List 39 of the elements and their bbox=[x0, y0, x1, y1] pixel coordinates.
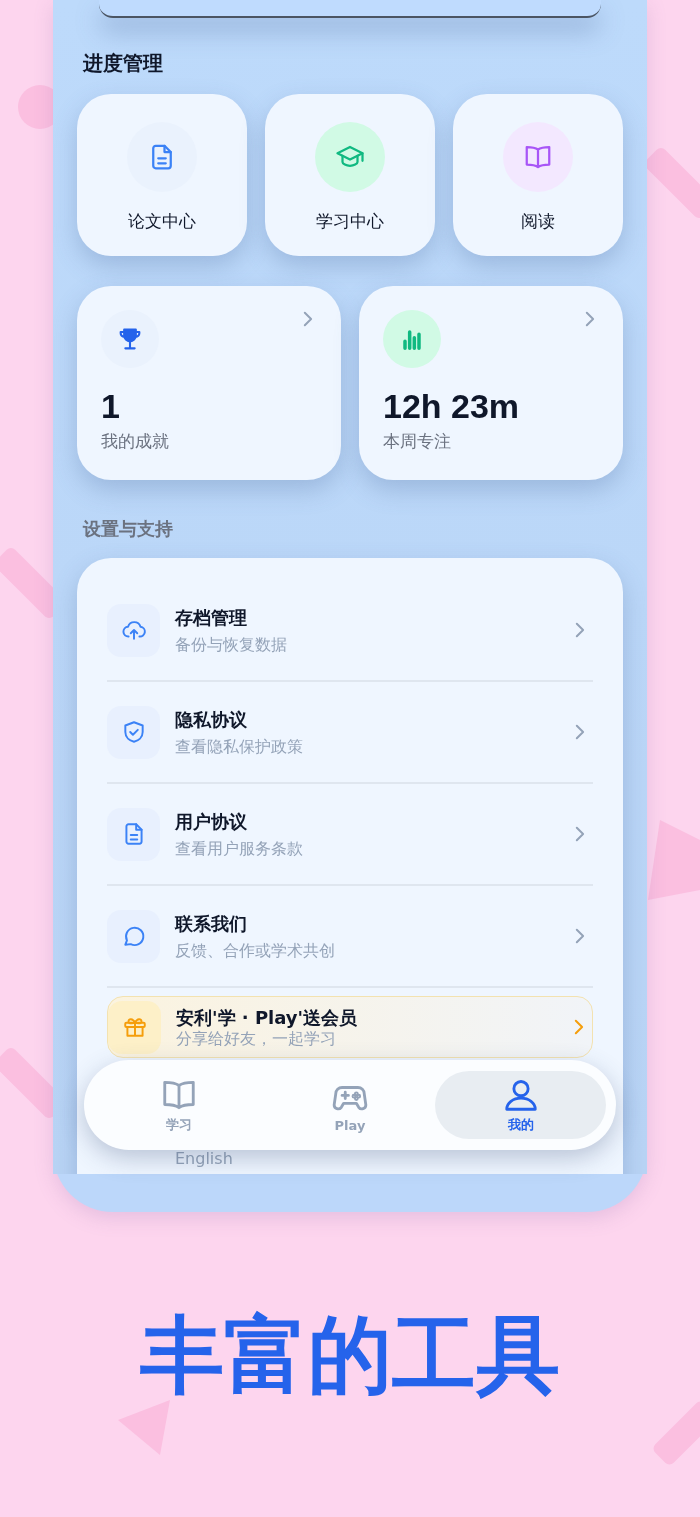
settings-row[interactable]: 存档管理 备份与恢复数据 bbox=[107, 580, 593, 682]
stat-value: 1 bbox=[101, 386, 121, 426]
chevron-icon bbox=[574, 723, 585, 741]
tile-label: 阅读 bbox=[521, 210, 555, 233]
row-title: 联系我们 bbox=[175, 911, 248, 936]
row-subtitle: 查看用户服务条款 bbox=[175, 837, 304, 859]
chevron-icon bbox=[573, 1018, 584, 1036]
row-subtitle: English bbox=[175, 1149, 234, 1168]
chevron-icon bbox=[584, 310, 595, 328]
tile-label: 论文中心 bbox=[128, 210, 196, 233]
stat-card[interactable]: 12h 23m 本周专注 bbox=[359, 286, 623, 480]
chevron-icon bbox=[302, 310, 313, 328]
row-title: 存档管理 bbox=[175, 605, 248, 630]
row-title: 安利'学 · Play'送会员 bbox=[176, 1006, 359, 1029]
tile-card[interactable]: 学习中心 bbox=[265, 94, 435, 256]
stat-label: 本周专注 bbox=[383, 430, 452, 453]
stat-card[interactable]: 1 我的成就 bbox=[77, 286, 341, 480]
tile-label: 学习中心 bbox=[316, 210, 384, 233]
row-subtitle: 备份与恢复数据 bbox=[175, 633, 288, 655]
settings-row[interactable]: 用户协议 查看用户服务条款 bbox=[107, 784, 593, 886]
row-subtitle: 分享给好友，一起学习 bbox=[176, 1029, 337, 1048]
chevron-icon bbox=[574, 621, 585, 639]
settings-row[interactable]: 隐私协议 查看隐私保护政策 bbox=[107, 682, 593, 784]
tile-card[interactable]: 论文中心 bbox=[77, 94, 247, 256]
row-subtitle: 反馈、合作或学术共创 bbox=[175, 939, 336, 961]
stat-label: 我的成就 bbox=[101, 430, 170, 453]
section-title: 进度管理 bbox=[83, 50, 164, 76]
tab-item[interactable]: 我的 bbox=[435, 1071, 606, 1139]
stat-value: 12h 23m bbox=[383, 386, 521, 426]
headline: 丰富的工具 bbox=[139, 1305, 561, 1405]
settings-row[interactable]: 联系我们 反馈、合作或学术共创 bbox=[107, 886, 593, 988]
tile-card[interactable]: 阅读 bbox=[453, 94, 623, 256]
promo-banner[interactable]: 安利'学 · Play'送会员 分享给好友，一起学习 bbox=[107, 996, 593, 1058]
section-title: 设置与支持 bbox=[83, 517, 174, 541]
row-title: 用户协议 bbox=[175, 809, 248, 834]
chevron-icon bbox=[574, 825, 585, 843]
row-title: 隐私协议 bbox=[175, 707, 248, 732]
chevron-icon bbox=[574, 927, 585, 945]
row-subtitle: 查看隐私保护政策 bbox=[175, 735, 304, 757]
